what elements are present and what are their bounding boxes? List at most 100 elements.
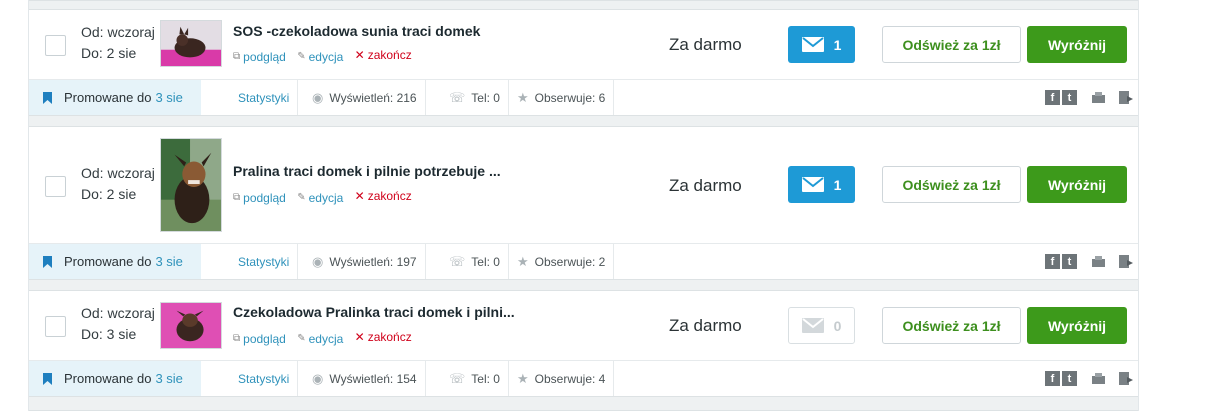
twitter-icon[interactable]: t: [1062, 371, 1077, 386]
preview-link[interactable]: ⧉ podgląd: [233, 332, 286, 346]
promo-label: Promowane do: [64, 90, 152, 105]
promo-badge: Promowane do 3 sie: [29, 244, 201, 279]
select-checkbox[interactable]: [45, 316, 66, 337]
promo-until[interactable]: 3 sie: [155, 371, 182, 386]
ad-actions: ⧉ podgląd ✎ edycja ✕ zakończ: [233, 330, 420, 346]
promo-label: Promowane do: [64, 254, 152, 269]
bookmark-icon: [43, 91, 52, 104]
twitter-icon[interactable]: t: [1062, 254, 1077, 269]
ad-thumbnail[interactable]: [160, 20, 222, 67]
separator: [29, 0, 1138, 10]
ad-title[interactable]: Czekoladowa Pralinka traci domek i pilni…: [233, 304, 515, 320]
messages-count: 1: [833, 176, 842, 193]
twitter-icon[interactable]: t: [1062, 90, 1077, 105]
date-from: Od: wczoraj: [81, 305, 155, 321]
stats-link[interactable]: Statystyki: [238, 255, 289, 269]
refresh-button[interactable]: Odśwież za 1zł: [882, 26, 1021, 63]
watch-count: Obserwuje: 2: [534, 254, 606, 269]
dog-photo-icon: [161, 303, 221, 348]
views-item: ◉ Wyświetleń: 197: [312, 244, 426, 279]
separator: [29, 115, 1138, 127]
stats-item: Statystyki: [238, 361, 299, 396]
printer-icon[interactable]: [1091, 371, 1106, 386]
dog-photo-icon: [161, 139, 221, 231]
close-icon: ✕: [354, 330, 365, 344]
stats-link[interactable]: Statystyki: [238, 91, 289, 105]
pencil-icon: ✎: [297, 192, 306, 203]
messages-button[interactable]: 1: [788, 26, 855, 63]
stats-link[interactable]: Statystyki: [238, 372, 289, 386]
ad-actions: ⧉ podgląd ✎ edycja ✕ zakończ: [233, 48, 420, 64]
export-icon[interactable]: [1118, 90, 1133, 105]
share-icons: f t: [1045, 371, 1133, 386]
ad-title[interactable]: Pralina traci domek i pilnie potrzebuje …: [233, 163, 501, 179]
preview-label: podgląd: [243, 49, 286, 64]
edit-link[interactable]: ✎ edycja: [297, 191, 343, 205]
edit-link[interactable]: ✎ edycja: [297, 50, 343, 64]
date-from: Od: wczoraj: [81, 165, 155, 181]
separator: [29, 279, 1138, 291]
facebook-icon[interactable]: f: [1045, 371, 1060, 386]
views-item: ◉ Wyświetleń: 216: [312, 80, 426, 115]
phone-count: Tel: 0: [471, 254, 500, 269]
ad-meta-bar: Promowane do 3 sie Statystyki ◉ Wyświetle…: [29, 243, 1138, 279]
refresh-button[interactable]: Odśwież za 1zł: [882, 307, 1021, 344]
printer-icon[interactable]: [1091, 254, 1106, 269]
feature-button[interactable]: Wyróżnij: [1027, 166, 1127, 203]
export-icon[interactable]: [1118, 254, 1133, 269]
end-label: zakończ: [367, 48, 412, 62]
select-checkbox[interactable]: [45, 35, 66, 56]
date-to: Do: 3 sie: [81, 326, 137, 342]
preview-link[interactable]: ⧉ podgląd: [233, 50, 286, 64]
views-count: Wyświetleń: 216: [329, 90, 417, 105]
ad-row: Od: wczoraj Do: 2 sie SOS -czekoladowa s…: [29, 11, 1138, 115]
envelope-icon: [801, 37, 824, 52]
ad-title[interactable]: SOS -czekoladowa sunia traci domek: [233, 23, 480, 39]
bookmark-icon: [43, 255, 52, 268]
views-item: ◉ Wyświetleń: 154: [312, 361, 426, 396]
eye-icon: ◉: [312, 370, 324, 386]
feature-button[interactable]: Wyróżnij: [1027, 26, 1127, 63]
messages-count: 0: [833, 317, 842, 334]
star-icon: ★: [517, 253, 529, 269]
messages-button[interactable]: 1: [788, 166, 855, 203]
stats-item: Statystyki: [238, 80, 299, 115]
printer-icon[interactable]: [1091, 90, 1106, 105]
views-count: Wyświetleń: 197: [329, 254, 417, 269]
promo-until[interactable]: 3 sie: [155, 254, 182, 269]
external-link-icon: ⧉: [233, 192, 241, 203]
preview-label: podgląd: [243, 331, 286, 346]
edit-label: edycja: [308, 49, 344, 64]
phone-icon: ☏: [449, 89, 466, 105]
envelope-icon: [801, 318, 824, 333]
edit-link[interactable]: ✎ edycja: [297, 332, 343, 346]
end-label: zakończ: [367, 189, 412, 203]
promo-until[interactable]: 3 sie: [155, 90, 182, 105]
eye-icon: ◉: [312, 253, 324, 269]
facebook-icon[interactable]: f: [1045, 90, 1060, 105]
pencil-icon: ✎: [297, 51, 306, 62]
preview-link[interactable]: ⧉ podgląd: [233, 191, 286, 205]
dog-photo-icon: [161, 21, 221, 66]
end-link[interactable]: ✕ zakończ: [355, 189, 412, 203]
select-checkbox[interactable]: [45, 176, 66, 197]
facebook-icon[interactable]: f: [1045, 254, 1060, 269]
export-icon[interactable]: [1118, 371, 1133, 386]
eye-icon: ◉: [312, 89, 324, 105]
messages-button[interactable]: 0: [788, 307, 855, 344]
edit-label: edycja: [308, 190, 344, 205]
end-link[interactable]: ✕ zakończ: [355, 48, 412, 62]
end-link[interactable]: ✕ zakończ: [355, 330, 412, 344]
phone-icon: ☏: [449, 370, 466, 386]
ad-meta-bar: Promowane do 3 sie Statystyki ◉ Wyświetle…: [29, 79, 1138, 115]
watch-item: ★ Obserwuje: 2: [517, 244, 615, 279]
phone-count: Tel: 0: [471, 90, 500, 105]
refresh-button[interactable]: Odśwież za 1zł: [882, 166, 1021, 203]
feature-button[interactable]: Wyróżnij: [1027, 307, 1127, 344]
watch-count: Obserwuje: 6: [534, 90, 606, 105]
ad-thumbnail[interactable]: [160, 138, 222, 232]
promo-label: Promowane do: [64, 371, 152, 386]
ad-thumbnail[interactable]: [160, 302, 222, 349]
ad-dates: Od: wczoraj Do: 2 sie: [81, 163, 155, 205]
ad-row: Od: wczoraj Do: 3 sie Czekoladowa Pralin…: [29, 291, 1138, 396]
